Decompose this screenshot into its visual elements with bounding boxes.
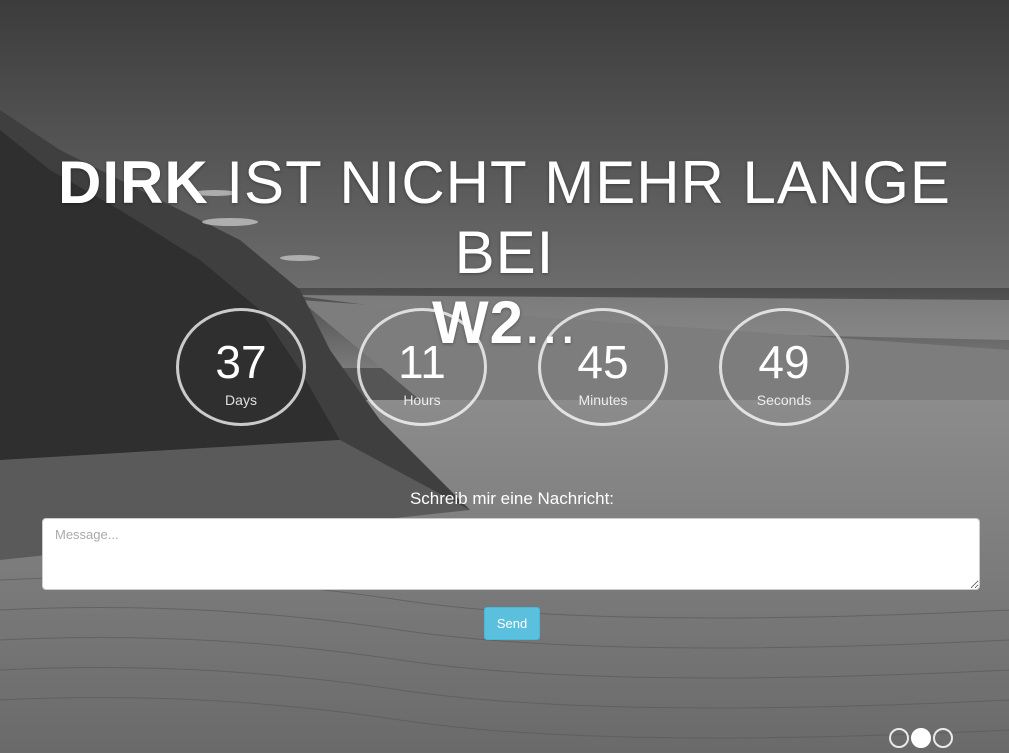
slide-indicator [889, 728, 961, 748]
seconds-value: 49 [758, 336, 810, 388]
hours-label: Hours [403, 392, 441, 408]
days-value: 37 [215, 336, 267, 388]
message-prompt: Schreib mir eine Nachricht: [409, 489, 615, 508]
slide-dot-1[interactable] [889, 728, 909, 748]
slide-dot-2[interactable] [911, 728, 931, 748]
send-button[interactable]: Send [484, 607, 540, 640]
minutes-label: Minutes [578, 392, 628, 408]
seconds-label: Seconds [756, 392, 812, 408]
countdown-timer: 37 Days 11 Hours 45 Minutes 49 Seconds [176, 308, 856, 428]
countdown-page: DIRK IST NICHT MEHR LANGE BEI W2... 37 D… [0, 0, 1009, 753]
countdown-days: 37 Days [176, 308, 306, 426]
countdown-seconds: 49 Seconds [719, 308, 849, 426]
days-label: Days [225, 392, 257, 408]
message-input[interactable] [42, 518, 980, 590]
title-middle: IST NICHT MEHR LANGE BEI [208, 149, 951, 287]
slide-dot-3[interactable] [933, 728, 953, 748]
countdown-hours: 11 Hours [357, 308, 487, 426]
hours-value: 11 [398, 336, 446, 388]
title-name: DIRK [58, 149, 209, 217]
minutes-value: 45 [577, 336, 629, 388]
countdown-minutes: 45 Minutes [538, 308, 668, 426]
